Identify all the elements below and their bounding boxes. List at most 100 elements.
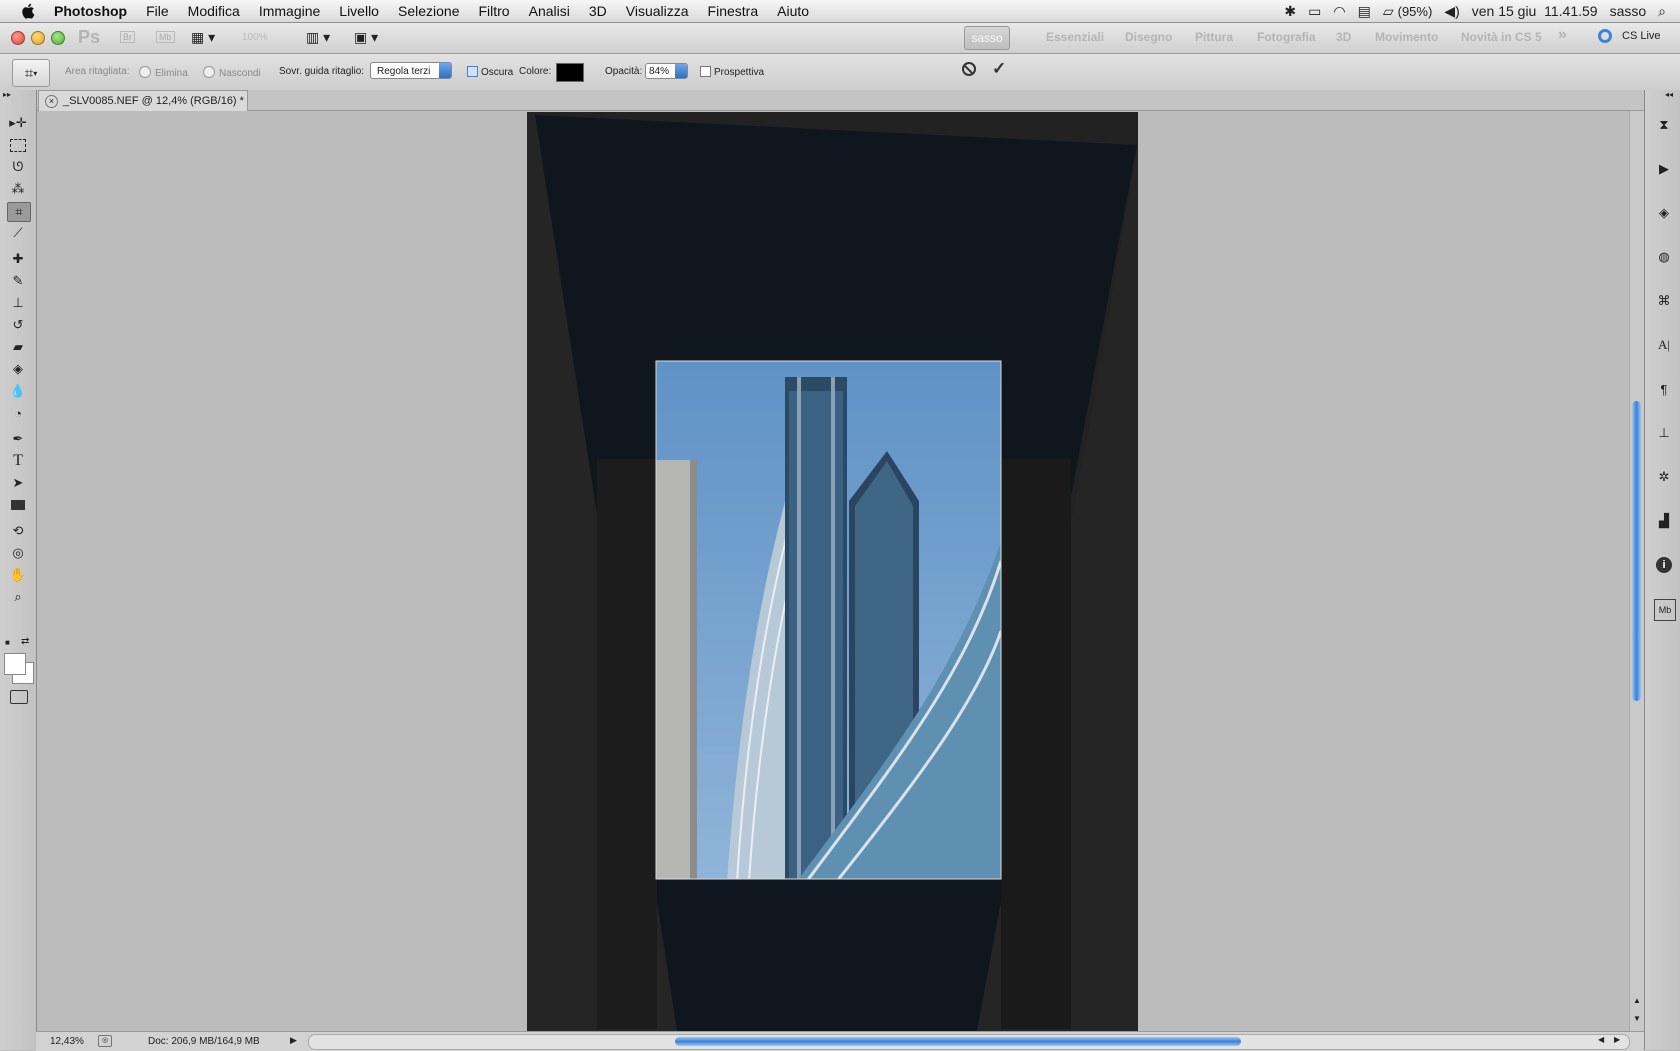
histogram-icon[interactable]: ▟: [1654, 511, 1674, 531]
shield-color-swatch[interactable]: [556, 63, 584, 82]
wifi-icon[interactable]: ◠: [1333, 3, 1345, 20]
prospettiva-check[interactable]: [700, 66, 711, 77]
menu-immagine[interactable]: Immagine: [259, 3, 320, 19]
crop-icon[interactable]: ⌗: [7, 202, 31, 222]
hand-icon[interactable]: ✋: [7, 566, 29, 584]
eraser-icon[interactable]: ▰: [7, 338, 29, 356]
swap-colors-icon[interactable]: ⇄: [21, 636, 29, 647]
document-image[interactable]: [37, 111, 1629, 1031]
eyedropper-icon[interactable]: ⟋: [7, 224, 29, 242]
healing-icon[interactable]: ✚: [7, 250, 29, 268]
status-menu-arrow-icon[interactable]: ▶: [290, 1035, 297, 1046]
horizontal-scroll-thumb[interactable]: [675, 1037, 1241, 1046]
crop-preview[interactable]: [656, 361, 1001, 887]
opacity-field[interactable]: 84%: [645, 63, 688, 79]
scroll-left-arrow-icon[interactable]: ◀: [1598, 1035, 1604, 1044]
scroll-right-arrow-icon[interactable]: ▶: [1614, 1035, 1620, 1044]
menu-file[interactable]: File: [146, 3, 169, 19]
nascondi-radio-dot[interactable]: [203, 66, 215, 78]
3d-orbit-icon[interactable]: ◎: [7, 544, 29, 562]
actions-icon[interactable]: ▶: [1654, 159, 1674, 179]
zoom-window-button[interactable]: [51, 31, 65, 45]
nascondi-radio[interactable]: Nascondi: [203, 66, 261, 79]
overlay-select[interactable]: Regola terzi: [370, 62, 452, 79]
paragraph-icon[interactable]: ¶: [1654, 379, 1674, 399]
paths-icon[interactable]: ⌘: [1654, 291, 1674, 311]
horizontal-scrollbar[interactable]: [308, 1034, 1630, 1050]
menu-aiuto[interactable]: Aiuto: [777, 3, 809, 19]
status-icon[interactable]: ◎: [98, 1035, 112, 1047]
default-colors-icon[interactable]: ■: [5, 638, 10, 647]
dodge-icon[interactable]: ◔: [7, 404, 29, 422]
workspace-sasso[interactable]: sasso: [964, 26, 1010, 50]
history-brush-icon[interactable]: ↺: [7, 316, 29, 334]
blur-icon[interactable]: 💧: [7, 382, 29, 400]
rectangle-icon[interactable]: [7, 496, 29, 514]
menu-selezione[interactable]: Selezione: [398, 3, 460, 19]
bridge-button[interactable]: Br: [120, 31, 135, 43]
brush-icon[interactable]: ✎: [7, 272, 29, 290]
view-extras-icon[interactable]: ▦ ▾: [191, 29, 215, 46]
path-select-icon[interactable]: ➤: [7, 474, 29, 492]
zoom-icon[interactable]: ⌕: [7, 588, 29, 606]
clone-source-icon[interactable]: ⊥: [1654, 423, 1674, 443]
volume-icon[interactable]: ◀): [1444, 3, 1459, 20]
commit-crop-icon[interactable]: ✓: [992, 59, 1006, 79]
bluetooth-icon[interactable]: ✱: [1284, 3, 1296, 20]
battery-percent[interactable]: (95%): [1398, 4, 1433, 19]
workspace-3d[interactable]: 3D: [1336, 30, 1351, 44]
scroll-up-arrow-icon[interactable]: ▲: [1633, 996, 1641, 1005]
cs-live-icon[interactable]: [1598, 29, 1612, 43]
elimina-radio[interactable]: Elimina: [139, 66, 188, 79]
collapse-panel-icon[interactable]: ▸▸: [3, 90, 11, 99]
spotlight-icon[interactable]: ⌕: [1658, 3, 1666, 20]
marquee-icon[interactable]: [7, 136, 29, 154]
mini-bridge-icon[interactable]: Mb: [1654, 599, 1676, 621]
arrange-documents-icon[interactable]: ▥ ▾: [306, 29, 330, 46]
menu-analisi[interactable]: Analisi: [529, 3, 570, 19]
workspace-fotografia[interactable]: Fotografia: [1257, 30, 1316, 44]
battery-icon[interactable]: ▱: [1383, 3, 1394, 20]
workspace-essenziali[interactable]: Essenziali: [1046, 30, 1104, 44]
document-tab[interactable]: × _SLV0085.NEF @ 12,4% (RGB/16) *: [38, 90, 248, 111]
zoom-level-field[interactable]: 100%: [242, 32, 268, 43]
stamp-icon[interactable]: ⊥: [7, 294, 29, 312]
character-icon[interactable]: A|: [1654, 335, 1674, 355]
quick-mask-icon[interactable]: [10, 690, 28, 704]
menu-app-name[interactable]: Photoshop: [54, 3, 127, 19]
pen-icon[interactable]: ✒: [7, 430, 29, 448]
bucket-icon[interactable]: ◈: [7, 360, 29, 378]
canvas-area[interactable]: [37, 111, 1629, 1031]
3d-rotate-icon[interactable]: ⟲: [7, 522, 29, 540]
workspace-movimento[interactable]: Movimento: [1375, 30, 1438, 44]
quick-select-icon[interactable]: ⁂: [7, 180, 29, 198]
cancel-crop-icon[interactable]: [962, 62, 976, 76]
minimize-window-button[interactable]: [31, 31, 45, 45]
screen-mode-icon[interactable]: ▣ ▾: [354, 29, 378, 46]
minibridge-button[interactable]: Mb: [156, 31, 175, 43]
lasso-icon[interactable]: ᘎ: [7, 158, 29, 176]
clock[interactable]: ven 15 giu 11.41.59: [1472, 3, 1598, 19]
cs-live-button[interactable]: CS Live: [1622, 30, 1661, 42]
oscura-check[interactable]: [467, 66, 478, 77]
elimina-radio-dot[interactable]: [139, 66, 151, 78]
layers-icon[interactable]: ◈: [1654, 203, 1674, 223]
history-icon[interactable]: ⧗: [1654, 115, 1674, 135]
more-workspaces-button[interactable]: »: [1558, 26, 1567, 44]
zoom-level[interactable]: 12,43%: [50, 1036, 84, 1047]
move-icon[interactable]: ▸✛: [7, 114, 29, 132]
prospettiva-checkbox[interactable]: Prospettiva: [700, 66, 764, 78]
tool-presets-icon[interactable]: ✲: [1654, 467, 1674, 487]
workspace-novita[interactable]: Novità in CS 5: [1461, 30, 1542, 44]
info-icon[interactable]: i: [1654, 555, 1674, 575]
menu-3d[interactable]: 3D: [589, 3, 607, 19]
channels-icon[interactable]: ◍: [1654, 247, 1674, 267]
keyboard-icon[interactable]: ▤: [1358, 3, 1371, 20]
menu-visualizza[interactable]: Visualizza: [626, 3, 689, 19]
vertical-scrollbar[interactable]: ▲ ▼: [1629, 111, 1645, 1031]
oscura-checkbox[interactable]: Oscura: [467, 66, 513, 78]
workspace-pittura[interactable]: Pittura: [1195, 30, 1233, 44]
menu-filtro[interactable]: Filtro: [478, 3, 509, 19]
expand-dock-icon[interactable]: ◂◂: [1665, 90, 1673, 99]
type-icon[interactable]: T: [7, 452, 29, 470]
